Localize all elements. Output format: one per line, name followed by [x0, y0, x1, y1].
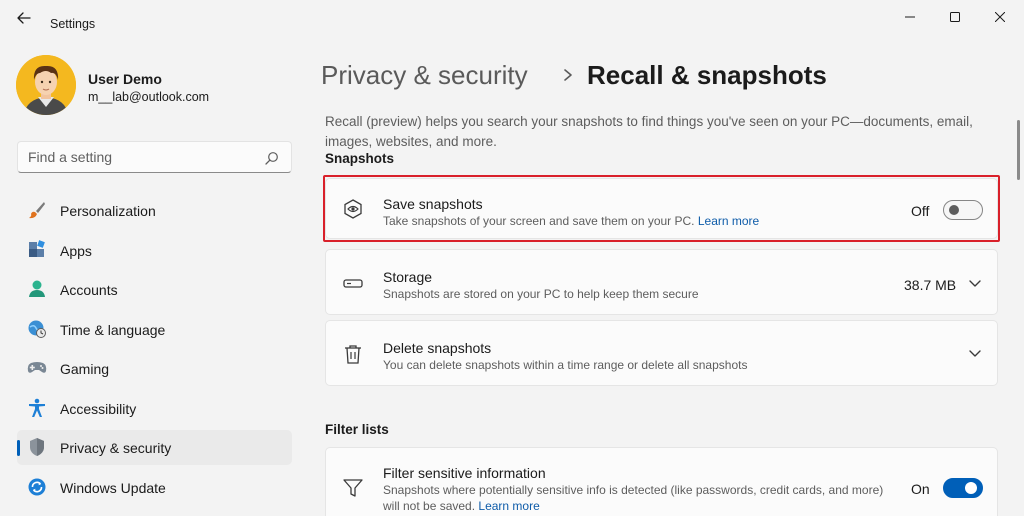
- accessibility-icon: [27, 398, 47, 418]
- storage-card[interactable]: Storage Snapshots are stored on your PC …: [325, 249, 998, 315]
- minimize-icon: [905, 16, 915, 18]
- toggle-knob: [949, 205, 959, 215]
- learn-more-link[interactable]: Learn more: [478, 499, 539, 513]
- sidebar-item-time-language[interactable]: Time & language: [17, 312, 292, 347]
- page-description: Recall (preview) helps you search your s…: [325, 114, 973, 149]
- sidebar-item-accounts[interactable]: Accounts: [17, 272, 292, 307]
- minimize-button[interactable]: [890, 4, 930, 30]
- user-name: User Demo: [88, 71, 162, 87]
- filter-icon: [342, 477, 364, 499]
- app-title: Settings: [50, 17, 96, 31]
- save-snapshots-state-label: Off: [911, 203, 930, 219]
- save-snapshots-toggle[interactable]: [943, 200, 983, 220]
- avatar[interactable]: [16, 55, 76, 115]
- apps-icon: [27, 240, 47, 260]
- maximize-button[interactable]: [935, 4, 975, 30]
- drive-icon: [342, 272, 364, 294]
- back-button[interactable]: [14, 10, 34, 26]
- update-icon: [27, 477, 47, 497]
- save-snapshots-subtitle-text: Take snapshots of your screen and save t…: [383, 214, 695, 228]
- close-icon: [995, 12, 1005, 22]
- snapshot-icon: [342, 198, 364, 220]
- storage-subtitle: Snapshots are stored on your PC to help …: [383, 287, 699, 301]
- chevron-down-icon[interactable]: [968, 349, 982, 359]
- sidebar-item-label: Windows Update: [60, 480, 166, 496]
- back-arrow-icon: [17, 12, 31, 24]
- user-email: m__lab@outlook.com: [88, 90, 210, 104]
- sidebar-item-label: Gaming: [60, 361, 110, 377]
- filter-sensitive-state-label: On: [911, 481, 930, 497]
- sidebar-item-windows-update[interactable]: Windows Update: [17, 470, 292, 505]
- save-snapshots-subtitle: Take snapshots of your screen and save t…: [383, 213, 759, 229]
- sidebar-item-personalization[interactable]: Personalization: [17, 193, 292, 228]
- sidebar-item-privacy-security[interactable]: Privacy & security: [17, 430, 292, 465]
- sidebar-item-label: Accounts: [60, 282, 118, 298]
- gamepad-icon: [27, 358, 47, 378]
- storage-title: Storage: [383, 269, 433, 285]
- active-indicator: [17, 440, 20, 456]
- filter-sensitive-title: Filter sensitive information: [383, 465, 546, 481]
- filter-sensitive-toggle[interactable]: [943, 478, 983, 498]
- sidebar-item-accessibility[interactable]: Accessibility: [17, 391, 292, 426]
- learn-more-link[interactable]: Learn more: [698, 214, 759, 228]
- search-icon: [265, 152, 278, 165]
- save-snapshots-card: Save snapshots Take snapshots of your sc…: [325, 178, 998, 239]
- toggle-knob: [965, 482, 977, 494]
- sidebar-item-label: Apps: [60, 243, 92, 259]
- storage-value: 38.7 MB: [904, 277, 957, 293]
- sidebar-item-label: Privacy & security: [60, 440, 172, 456]
- title-bar: Settings: [0, 0, 1024, 34]
- sidebar-item-label: Personalization: [60, 203, 156, 219]
- trash-icon: [342, 343, 364, 365]
- scrollbar-thumb[interactable]: [1017, 120, 1020, 180]
- filter-sensitive-card: Filter sensitive information Snapshots w…: [325, 447, 998, 516]
- sidebar-item-label: Time & language: [60, 322, 166, 338]
- globe-clock-icon: [27, 319, 47, 339]
- maximize-icon: [950, 12, 960, 22]
- search-input[interactable]: [28, 149, 248, 165]
- filter-sensitive-subtitle-line1: Snapshots where potentially sensitive in…: [383, 483, 884, 497]
- chevron-right-icon: [564, 69, 572, 81]
- save-snapshots-title: Save snapshots: [383, 196, 483, 212]
- sidebar-item-gaming[interactable]: Gaming: [17, 351, 292, 386]
- filter-sensitive-subtitle: Snapshots where potentially sensitive in…: [383, 482, 903, 514]
- sidebar-item-apps[interactable]: Apps: [17, 233, 292, 268]
- section-title-snapshots: Snapshots: [325, 151, 395, 166]
- filter-sensitive-subtitle-line2: will not be saved.: [383, 499, 476, 513]
- sidebar-item-label: Accessibility: [60, 401, 137, 417]
- settings-window: Settings User Demo m__lab@outlook.com Fi…: [0, 0, 1024, 516]
- search-box[interactable]: [17, 141, 292, 173]
- delete-snapshots-card[interactable]: Delete snapshots You can delete snapshot…: [325, 320, 998, 386]
- section-title-filter-lists: Filter lists: [325, 422, 389, 437]
- chevron-down-icon[interactable]: [968, 279, 982, 289]
- page-title: Recall & snapshots: [587, 60, 827, 90]
- user-avatar-icon: [16, 55, 76, 115]
- delete-snapshots-subtitle: You can delete snapshots within a time r…: [383, 358, 748, 372]
- brush-icon: [27, 200, 47, 220]
- person-icon: [27, 279, 47, 299]
- breadcrumb-parent[interactable]: Privacy & security: [321, 60, 528, 91]
- delete-snapshots-title: Delete snapshots: [383, 340, 492, 356]
- shield-icon: [27, 437, 47, 457]
- close-button[interactable]: [980, 4, 1020, 30]
